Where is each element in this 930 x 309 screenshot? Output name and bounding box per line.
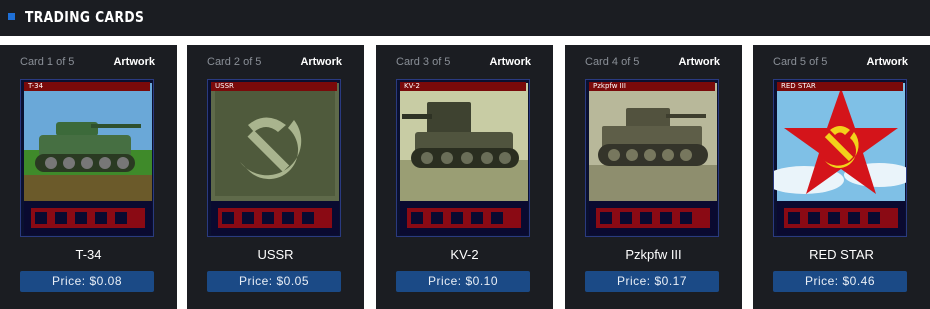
card-name: T-34 [75, 247, 102, 262]
price-button[interactable]: Price: $0.08 [20, 271, 154, 292]
card-count: Card 4 of 5 [585, 56, 640, 68]
card-image[interactable]: USSR [207, 79, 341, 237]
price-button[interactable]: Price: $0.17 [585, 271, 719, 292]
trading-card-3: Card 3 of 5 Artwork KV-2 KV-2 Price: $0.… [376, 45, 553, 309]
card-name: KV-2 [450, 247, 479, 262]
card-tag: Pzkpfw III [589, 82, 715, 91]
card-image[interactable]: Pzkpfw III [585, 79, 719, 237]
red-star-icon [774, 80, 906, 236]
tank-icon [21, 80, 153, 236]
card-row: Card 1 of 5 Artwork T-34 T-34 Price: $0.… [0, 45, 930, 309]
card-image[interactable]: T-34 [20, 79, 154, 237]
card-tag: USSR [211, 82, 337, 91]
hammer-sickle-icon [208, 80, 340, 236]
price-button[interactable]: Price: $0.46 [773, 271, 907, 292]
trading-card-4: Card 4 of 5 Artwork Pzkpfw III Pzkpfw II… [565, 45, 742, 309]
tank-icon [586, 80, 718, 236]
artwork-link[interactable]: Artwork [489, 56, 531, 68]
section-title: TRADING CARDS [25, 8, 145, 26]
card-name: USSR [257, 247, 294, 262]
card-tag: T-34 [24, 82, 150, 91]
card-count: Card 5 of 5 [773, 56, 828, 68]
artwork-link[interactable]: Artwork [300, 56, 342, 68]
artwork-link[interactable]: Artwork [866, 56, 908, 68]
tank-icon [397, 80, 529, 236]
price-button[interactable]: Price: $0.10 [396, 271, 530, 292]
artwork-link[interactable]: Artwork [113, 56, 155, 68]
page-header: TRADING CARDS [0, 0, 930, 36]
card-tag: RED STAR [777, 82, 903, 91]
trading-card-2: Card 2 of 5 Artwork USSR USSR Price: $0.… [187, 45, 364, 309]
card-name: RED STAR [809, 247, 874, 262]
card-count: Card 1 of 5 [20, 56, 75, 68]
card-tag: KV-2 [400, 82, 526, 91]
price-button[interactable]: Price: $0.05 [207, 271, 341, 292]
card-image[interactable]: RED STAR [773, 79, 907, 237]
card-image[interactable]: KV-2 [396, 79, 530, 237]
trading-card-5: Card 5 of 5 Artwork RED STAR RED STAR Pr… [753, 45, 930, 309]
card-name: Pzkpfw III [625, 247, 682, 262]
card-count: Card 2 of 5 [207, 56, 262, 68]
card-count: Card 3 of 5 [396, 56, 451, 68]
header-square-icon [8, 13, 15, 20]
trading-card-1: Card 1 of 5 Artwork T-34 T-34 Price: $0.… [0, 45, 177, 309]
artwork-link[interactable]: Artwork [678, 56, 720, 68]
